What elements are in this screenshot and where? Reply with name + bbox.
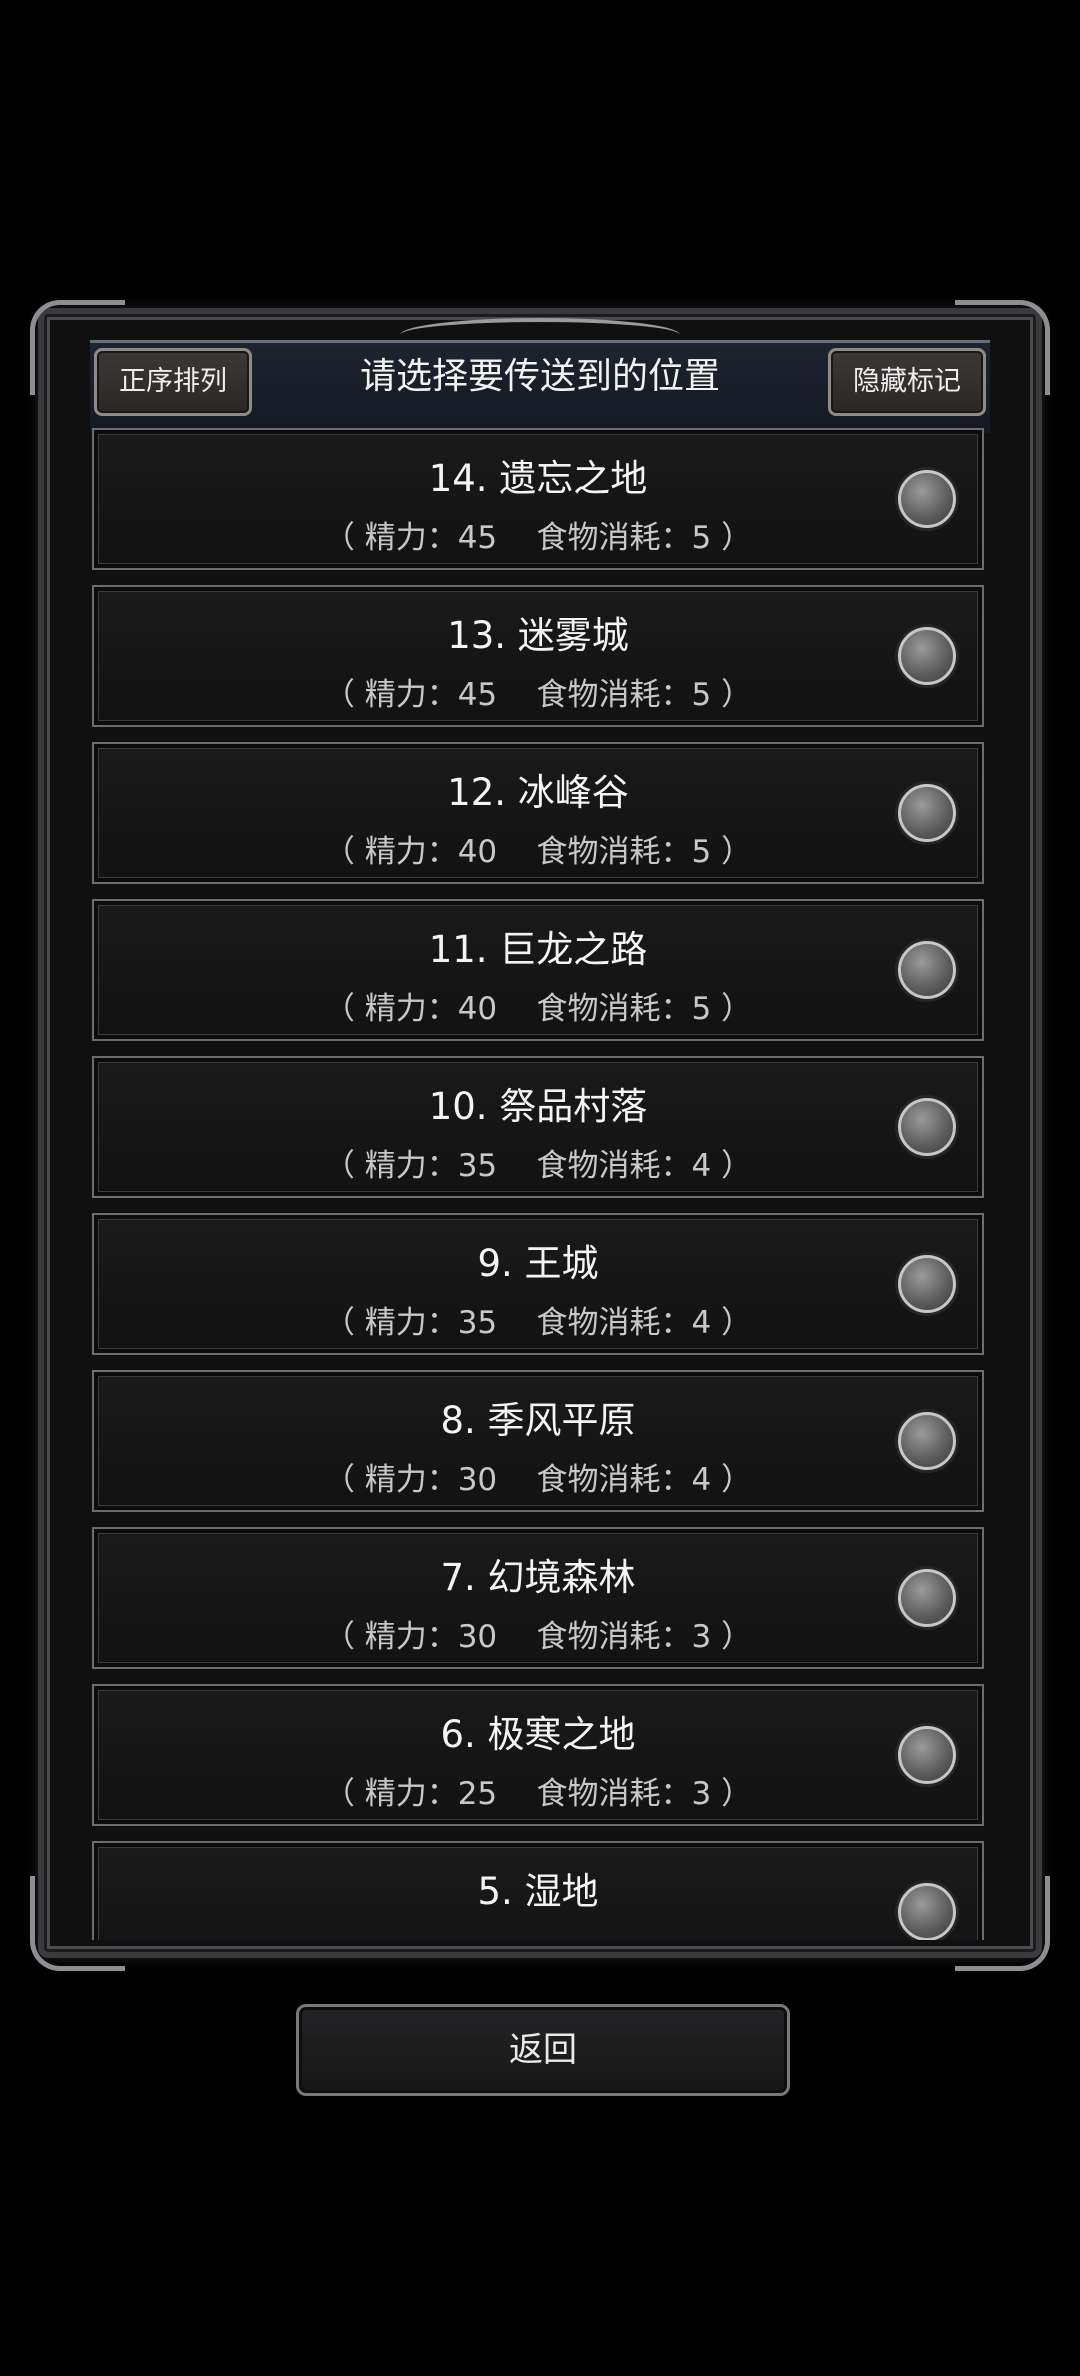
location-name: 10. 祭品村落 [428, 1085, 648, 1128]
location-cost: （ 精力：45 食物消耗：5 ） [323, 677, 753, 713]
location-row[interactable]: 10. 祭品村落 （ 精力：35 食物消耗：4 ） [92, 1056, 984, 1198]
location-row[interactable]: 6. 极寒之地 （ 精力：25 食物消耗：3 ） [92, 1684, 984, 1826]
location-cost: （ 精力：25 食物消耗：3 ） [323, 1776, 753, 1812]
location-cost: （ 精力：40 食物消耗：5 ） [323, 991, 753, 1027]
location-cost: （ 精力：30 食物消耗：3 ） [323, 1619, 753, 1655]
location-cost: （ 精力：35 食物消耗：4 ） [323, 1305, 753, 1341]
location-cost: （ 精力：40 食物消耗：5 ） [323, 834, 753, 870]
location-list[interactable]: 14. 遗忘之地 （ 精力：45 食物消耗：5 ） 13. 迷雾城 （ 精力：4… [92, 428, 986, 1940]
location-name: 8. 季风平原 [440, 1399, 636, 1442]
radio-button[interactable] [898, 1098, 956, 1156]
radio-button[interactable] [898, 1883, 956, 1940]
radio-button[interactable] [898, 784, 956, 842]
radio-button[interactable] [898, 941, 956, 999]
location-name: 12. 冰峰谷 [447, 771, 629, 814]
location-cost: （ 精力：30 食物消耗：4 ） [323, 1462, 753, 1498]
location-name: 14. 遗忘之地 [428, 457, 648, 500]
location-row[interactable]: 13. 迷雾城 （ 精力：45 食物消耗：5 ） [92, 585, 984, 727]
back-button[interactable]: 返回 [296, 2004, 790, 2096]
radio-button[interactable] [898, 470, 956, 528]
location-name: 7. 幻境森林 [440, 1556, 636, 1599]
radio-button[interactable] [898, 1569, 956, 1627]
radio-button[interactable] [898, 1255, 956, 1313]
radio-button[interactable] [898, 1726, 956, 1784]
location-name: 9. 王城 [477, 1242, 599, 1285]
location-name: 13. 迷雾城 [447, 614, 629, 657]
location-row[interactable]: 8. 季风平原 （ 精力：30 食物消耗：4 ） [92, 1370, 984, 1512]
location-cost: （ 精力：35 食物消耗：4 ） [323, 1148, 753, 1184]
location-row[interactable]: 9. 王城 （ 精力：35 食物消耗：4 ） [92, 1213, 984, 1355]
location-row[interactable]: 12. 冰峰谷 （ 精力：40 食物消耗：5 ） [92, 742, 984, 884]
location-row[interactable]: 14. 遗忘之地 （ 精力：45 食物消耗：5 ） [92, 428, 984, 570]
location-cost: （ 精力：45 食物消耗：5 ） [323, 520, 753, 556]
radio-button[interactable] [898, 627, 956, 685]
location-row[interactable]: 7. 幻境森林 （ 精力：30 食物消耗：3 ） [92, 1527, 984, 1669]
location-name: 5. 湿地 [477, 1870, 599, 1913]
sort-order-button[interactable]: 正序排列 [94, 348, 252, 416]
location-row[interactable]: 11. 巨龙之路 （ 精力：40 食物消耗：5 ） [92, 899, 984, 1041]
location-name: 6. 极寒之地 [440, 1713, 636, 1756]
radio-button[interactable] [898, 1412, 956, 1470]
dialog-title: 请选择要传送到的位置 [359, 356, 720, 397]
hide-markers-button[interactable]: 隐藏标记 [828, 348, 986, 416]
location-row[interactable]: 5. 湿地 [92, 1841, 984, 1940]
location-name: 11. 巨龙之路 [428, 928, 648, 971]
